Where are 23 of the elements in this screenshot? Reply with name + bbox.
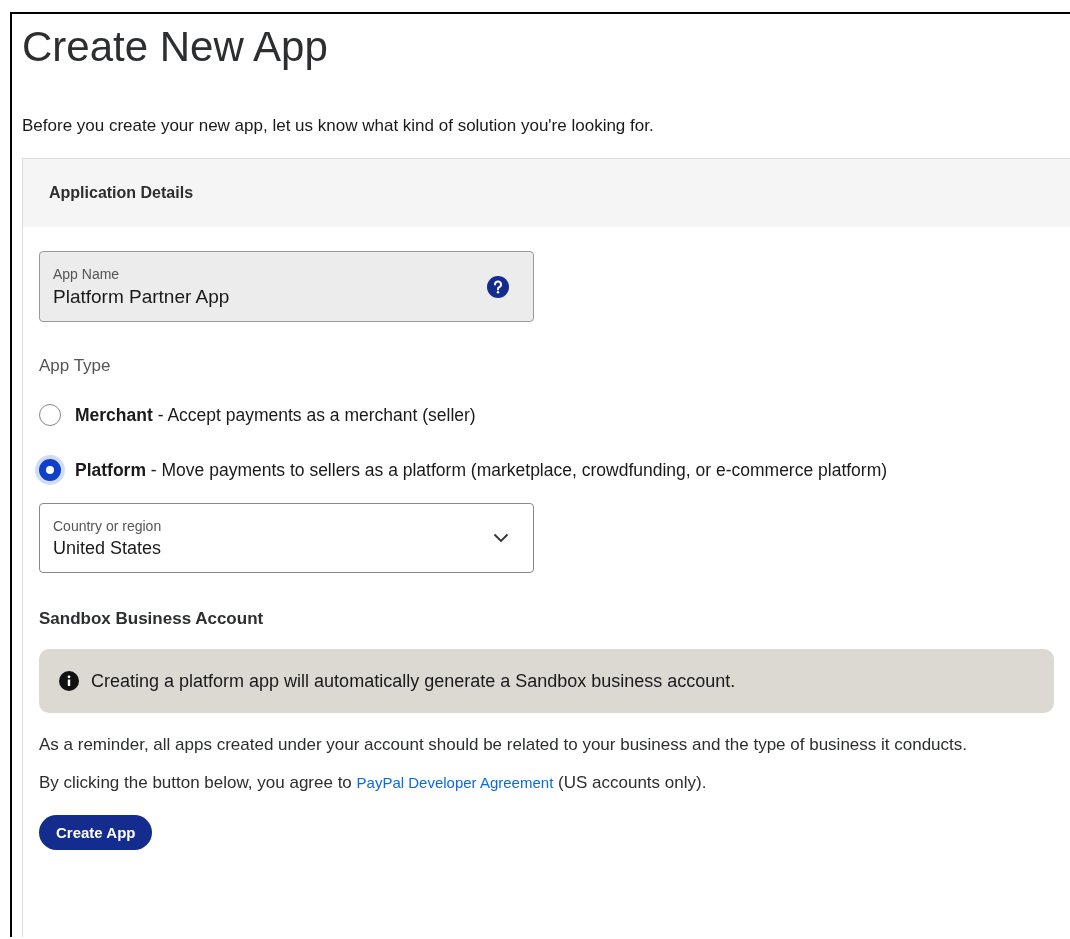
field-value: Platform Partner App xyxy=(53,285,230,308)
field-label: Country or region xyxy=(53,517,162,534)
country-dropdown[interactable]: Country or region United States xyxy=(39,503,534,574)
field-value: United States xyxy=(53,537,162,559)
radio-button[interactable] xyxy=(39,404,61,427)
app-name-field[interactable]: App Name Platform Partner App xyxy=(39,251,534,323)
create-app-button[interactable]: Create App xyxy=(39,814,153,850)
notice-text: Creating a platform app will automatically generate a Sandbox business account. xyxy=(91,670,736,692)
chevron-down-icon xyxy=(493,533,509,544)
intro-text: Before you create your new app, let us know what kind of solution you're looking for. xyxy=(22,116,655,137)
option-label: Platform - Move payments to sellers as a platform (marketplace, crowdfunding, or e-commerce platform) xyxy=(75,459,888,481)
app-type-label: App Type xyxy=(39,356,112,377)
info-icon xyxy=(59,671,79,692)
agreement-text: By clicking the button below, you agree to PayPal Developer Agreement (US accounts only). xyxy=(39,772,708,793)
radio-button[interactable] xyxy=(39,459,61,482)
agreement-link[interactable]: PayPal Developer Agreement xyxy=(356,773,554,791)
field-label: App Name xyxy=(53,265,121,282)
section-heading: Sandbox Business Account xyxy=(39,609,265,630)
section-header: Application Details xyxy=(23,159,1070,228)
help-icon[interactable] xyxy=(487,275,509,298)
option-label: Merchant - Accept payments as a merchant (seller) xyxy=(75,404,476,426)
page-title: Create New App xyxy=(22,22,329,72)
reminder-text: As a reminder, all apps created under your account should be related to your business and the type of business it conducts. xyxy=(39,734,968,757)
